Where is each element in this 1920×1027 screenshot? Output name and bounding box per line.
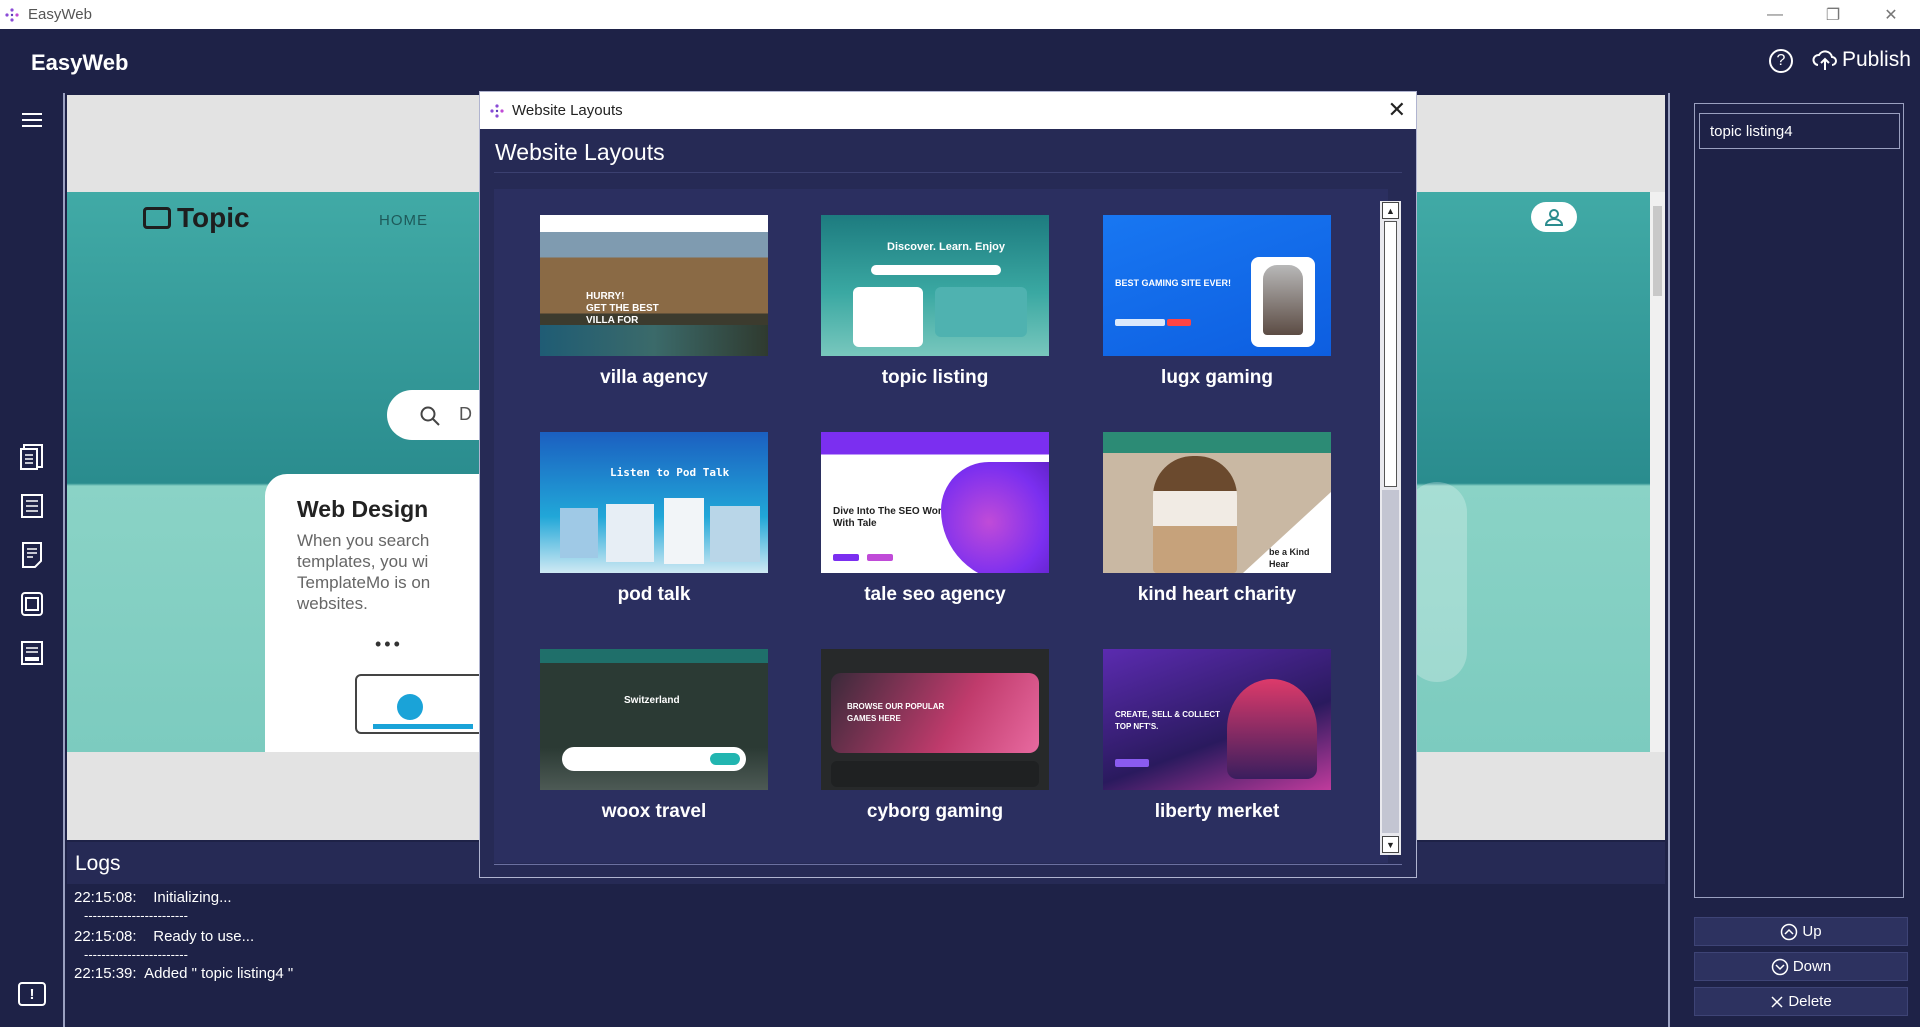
layout-tile-tale-seo-agency[interactable]: Dive Into The SEO World With Tale tale s… <box>821 432 1049 606</box>
pages-icon[interactable] <box>14 439 50 475</box>
restore-button[interactable]: ❐ <box>1804 0 1862 29</box>
layout-thumbnail: Dive Into The SEO World With Tale <box>821 432 1049 573</box>
log-entry: 22:15:08: Ready to use... <box>74 928 255 945</box>
cloud-upload-icon <box>1812 50 1837 70</box>
layout-name: woox travel <box>601 801 707 822</box>
delete-label: Delete <box>1788 993 1832 1010</box>
down-label: Down <box>1792 958 1832 975</box>
preview-nav-home[interactable]: HOME <box>379 212 428 229</box>
layout-name: villa agency <box>600 367 708 388</box>
hamburger-menu-icon[interactable] <box>14 102 50 138</box>
scroll-up-arrow-icon[interactable]: ▲ <box>1382 202 1399 219</box>
dialog-window-title: Website Layouts <box>512 102 623 119</box>
preview-card-text: When you search templates, you wi Templa… <box>297 531 431 613</box>
scrollbar-thumb[interactable] <box>1382 490 1399 833</box>
delete-button[interactable]: Delete <box>1694 987 1908 1016</box>
layout-tile-pod-talk[interactable]: Listen to Pod Talk pod talk <box>540 432 768 606</box>
minimize-button[interactable]: — <box>1746 0 1804 29</box>
log-entry: 22:15:39: Added " topic listing4 " <box>74 965 294 982</box>
layout-tile-villa-agency[interactable]: HURRY! GET THE BEST VILLA FOR YOU villa … <box>540 215 768 389</box>
layout-thumbnail: Discover. Learn. Enjoy <box>821 215 1049 356</box>
topic-logo-icon <box>143 207 171 229</box>
app-brand: EasyWeb <box>31 50 129 75</box>
close-icon <box>1770 995 1784 1009</box>
app-logo-icon <box>490 103 504 118</box>
layout-tile-liberty-merket[interactable]: CREATE, SELL & COLLECT TOP NFT'S. libert… <box>1103 649 1331 823</box>
app-header: EasyWeb ? Publish <box>0 29 1920 93</box>
preview-scrollbar-thumb[interactable] <box>1653 206 1662 296</box>
layout-thumbnail: HURRY! GET THE BEST VILLA FOR YOU <box>540 215 768 356</box>
dialog-titlebar: Website Layouts ✕ <box>480 92 1416 129</box>
preview-logo: Topic <box>143 202 250 234</box>
layout-tile-kind-heart-charity[interactable]: be a Kind Hear kind heart charity <box>1103 432 1331 606</box>
log-entry: 22:15:08: Initializing... <box>74 889 232 906</box>
logs-body: 22:15:08: Initializing... --------------… <box>67 884 1665 1027</box>
os-window-title: EasyWeb <box>28 6 92 23</box>
search-icon <box>420 406 440 426</box>
layers-icon[interactable] <box>14 586 50 622</box>
form-icon[interactable] <box>14 635 50 671</box>
layout-tile-lugx-gaming[interactable]: BEST GAMING SITE EVER! lugx gaming <box>1103 215 1331 389</box>
page-list: topic listing4 <box>1694 103 1904 898</box>
close-window-button[interactable]: ✕ <box>1862 0 1920 29</box>
layout-thumbnail: BEST GAMING SITE EVER! <box>1103 215 1331 356</box>
layout-tile-woox-travel[interactable]: Switzerland woox travel <box>540 649 768 823</box>
layout-thumbnail: Listen to Pod Talk <box>540 432 768 573</box>
divider <box>494 172 1402 173</box>
scroll-down-arrow-icon[interactable]: ▼ <box>1382 836 1399 853</box>
app-logo-icon <box>5 7 19 22</box>
down-button[interactable]: Down <box>1694 952 1908 981</box>
layout-thumbnail: CREATE, SELL & COLLECT TOP NFT'S. <box>1103 649 1331 790</box>
scrollbar-track[interactable] <box>1384 221 1397 487</box>
divider <box>494 864 1402 865</box>
dialog-header: Website Layouts <box>480 129 1416 173</box>
feedback-icon[interactable]: ! <box>18 982 46 1006</box>
left-rail <box>0 93 65 1027</box>
layout-tile-topic-listing[interactable]: Discover. Learn. Enjoy topic listing <box>821 215 1049 389</box>
layout-thumbnail: be a Kind Hear <box>1103 432 1331 573</box>
layout-thumbnail: Switzerland <box>540 649 768 790</box>
preview-user-icon[interactable] <box>1531 202 1577 232</box>
dialog-heading: Website Layouts <box>495 139 665 165</box>
up-button[interactable]: Up <box>1694 917 1908 946</box>
right-panel: topic listing4 Up Down Delete <box>1668 93 1920 1027</box>
log-separator: ------------------------ <box>84 947 188 962</box>
layout-name: tale seo agency <box>864 584 1006 605</box>
preview-card-title: Web Design <box>297 496 429 522</box>
layout-name: kind heart charity <box>1137 584 1297 605</box>
layout-thumbnail: BROWSE OUR POPULAR GAMES HERE <box>821 649 1049 790</box>
dialog-close-button[interactable]: ✕ <box>1388 99 1406 121</box>
publish-button[interactable]: Publish <box>1812 47 1911 73</box>
layout-tile-cyborg-gaming[interactable]: BROWSE OUR POPULAR GAMES HERE cyborg gam… <box>821 649 1049 823</box>
document-icon[interactable] <box>14 537 50 573</box>
layouts-grid: HURRY! GET THE BEST VILLA FOR YOU villa … <box>494 189 1388 863</box>
layout-name: liberty merket <box>1154 801 1280 822</box>
layout-name: pod talk <box>617 584 691 605</box>
up-label: Up <box>1802 923 1822 940</box>
list-icon[interactable] <box>14 488 50 524</box>
logs-title: Logs <box>75 852 121 875</box>
preview-search-text: D <box>459 404 472 424</box>
os-titlebar: EasyWeb — ❐ ✕ <box>0 0 1920 29</box>
page-list-item[interactable]: topic listing4 <box>1699 113 1900 149</box>
layout-name: cyborg gaming <box>866 801 1004 822</box>
help-icon[interactable]: ? <box>1769 49 1793 73</box>
layout-name: topic listing <box>881 367 989 388</box>
preview-scrollbar[interactable] <box>1650 192 1665 752</box>
website-layouts-dialog: Website Layouts ✕ Website Layouts HURRY!… <box>479 91 1417 878</box>
log-separator: ------------------------ <box>84 908 188 923</box>
preview-card-dots: ••• <box>375 634 403 654</box>
chevron-up-icon <box>1780 923 1798 941</box>
publish-label: Publish <box>1842 48 1911 71</box>
layout-name: lugx gaming <box>1161 367 1273 388</box>
dialog-scrollbar[interactable]: ▲ ▼ <box>1380 201 1401 855</box>
chevron-down-icon <box>1771 958 1789 976</box>
